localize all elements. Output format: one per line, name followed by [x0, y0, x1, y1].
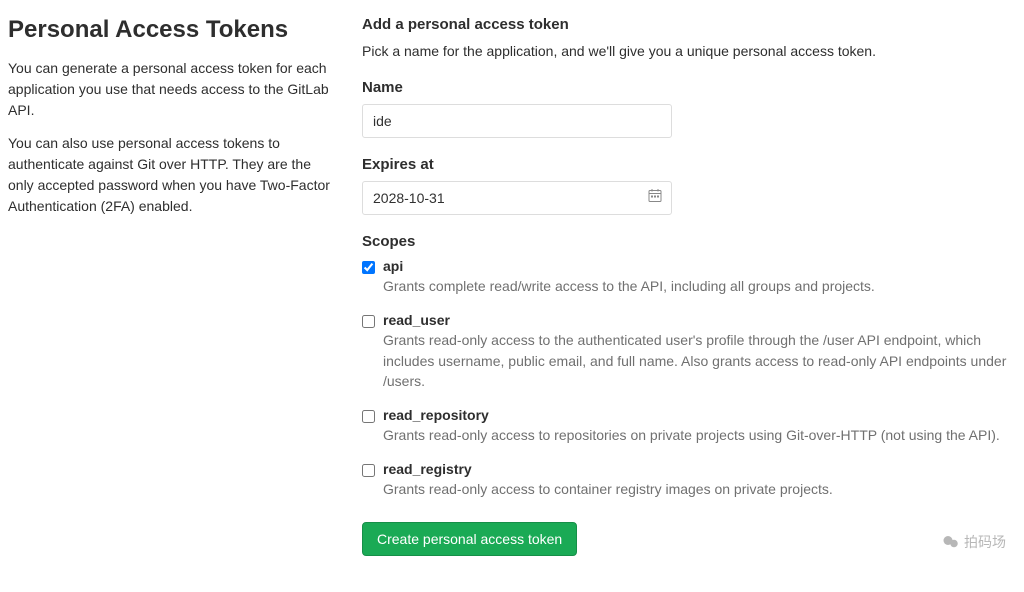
- watermark: 拍码场: [942, 532, 1006, 552]
- scope-name: read_registry: [383, 461, 1016, 477]
- scope-description: Grants read-only access to the authentic…: [383, 330, 1016, 391]
- scope-description: Grants read-only access to container reg…: [383, 479, 1016, 499]
- create-token-button[interactable]: Create personal access token: [362, 522, 577, 556]
- page-description-2: You can also use personal access tokens …: [8, 133, 338, 217]
- scope-checkbox-read_repository[interactable]: [362, 410, 375, 423]
- expires-input[interactable]: [362, 181, 672, 215]
- scope-description: Grants complete read/write access to the…: [383, 276, 1016, 296]
- page-title: Personal Access Tokens: [8, 16, 338, 44]
- scope-name: read_user: [383, 312, 1016, 328]
- watermark-text: 拍码场: [964, 532, 1006, 552]
- scope-item-api: api Grants complete read/write access to …: [362, 258, 1016, 296]
- scope-item-read_repository: read_repository Grants read-only access t…: [362, 407, 1016, 445]
- scope-name: read_repository: [383, 407, 1016, 423]
- scope-item-read_registry: read_registry Grants read-only access to …: [362, 461, 1016, 499]
- name-label: Name: [362, 79, 1016, 96]
- scope-checkbox-read_user[interactable]: [362, 315, 375, 328]
- expires-label: Expires at: [362, 156, 1016, 173]
- scope-name: api: [383, 258, 1016, 274]
- section-intro: Pick a name for the application, and we'…: [362, 43, 1016, 59]
- scopes-label: Scopes: [362, 233, 1016, 250]
- scope-item-read_user: read_user Grants read-only access to the …: [362, 312, 1016, 391]
- scope-description: Grants read-only access to repositories …: [383, 425, 1016, 445]
- scope-checkbox-api[interactable]: [362, 261, 375, 274]
- page-description-1: You can generate a personal access token…: [8, 58, 338, 121]
- wechat-icon: [942, 533, 960, 551]
- scope-checkbox-read_registry[interactable]: [362, 464, 375, 477]
- name-input[interactable]: [362, 104, 672, 138]
- section-title: Add a personal access token: [362, 16, 1016, 33]
